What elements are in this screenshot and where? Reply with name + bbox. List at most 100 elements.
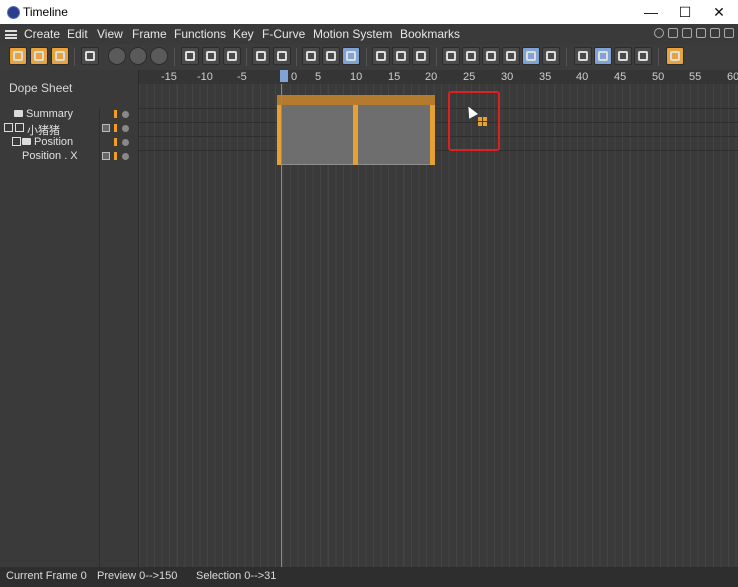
tangent-icon-5[interactable] [522, 47, 540, 65]
menu-edit[interactable]: Edit [67, 27, 88, 41]
ease-curve-icon[interactable] [302, 47, 320, 65]
menu-bookmarks[interactable]: Bookmarks [400, 27, 460, 41]
frame-ruler[interactable]: -15 -10 -5 0 5 10 15 20 25 30 35 40 45 5… [139, 70, 738, 84]
folder-icon [14, 110, 23, 117]
tangent-icon-3[interactable] [482, 47, 500, 65]
lock-icon[interactable] [81, 47, 99, 65]
snap-icon[interactable] [574, 47, 592, 65]
playhead-line [281, 84, 282, 567]
tree-row-object[interactable]: 小猪猪 [0, 122, 138, 137]
ruler-tick: 0 [291, 71, 298, 83]
fcurve-mode-icon[interactable] [30, 47, 48, 65]
menu-frame[interactable]: Frame [132, 27, 167, 41]
ruler-tick: 35 [539, 71, 552, 83]
menu-motion-system[interactable]: Motion System [313, 27, 392, 41]
ruler-tick: 40 [576, 71, 589, 83]
menu-functions[interactable]: Functions [174, 27, 226, 41]
visibility-icon[interactable] [102, 124, 110, 132]
ruler-tick: 15 [388, 71, 401, 83]
home-icon[interactable] [668, 28, 678, 38]
preview-range: Preview 0-->150 [97, 570, 178, 582]
linear-curve-icon[interactable] [322, 47, 340, 65]
motion-mode-icon[interactable] [51, 47, 69, 65]
tree-row-position[interactable]: Position [0, 136, 138, 150]
key-mode-icon[interactable] [9, 47, 27, 65]
step-curve-icon[interactable] [342, 47, 360, 65]
status-bar: Current Frame 0 Preview 0-->150 Selectio… [0, 567, 738, 587]
ruler-tick: 55 [689, 71, 702, 83]
key-drag-icon [478, 117, 487, 126]
status-dot-icon[interactable] [122, 139, 129, 146]
close-button[interactable]: ✕ [702, 0, 736, 24]
selection-range: Selection 0-->31 [196, 570, 277, 582]
title-bar: Timeline — ☐ ✕ [0, 0, 738, 24]
toolbar [0, 44, 738, 71]
settings-icon[interactable] [666, 47, 684, 65]
lock-time-icon[interactable] [614, 47, 632, 65]
ruler-tick: -15 [161, 71, 177, 83]
tangent-icon-6[interactable] [542, 47, 560, 65]
ruler-tick: 30 [501, 71, 514, 83]
remove-key-icon[interactable] [223, 47, 241, 65]
maximize-button[interactable]: ☐ [668, 0, 702, 24]
app-icon [7, 6, 20, 19]
layout-icon[interactable] [696, 28, 706, 38]
ruler-tick: 25 [463, 71, 476, 83]
ease-out-icon[interactable] [412, 47, 430, 65]
menu-f-curve[interactable]: F-Curve [262, 27, 305, 41]
menu-view[interactable]: View [97, 27, 123, 41]
status-dot-icon[interactable] [122, 153, 129, 160]
ruler-tick: -5 [237, 71, 247, 83]
keyframe-marker[interactable] [353, 105, 358, 165]
visibility-icon[interactable] [102, 152, 110, 160]
ruler-tick: 60 [727, 71, 738, 83]
keyframe-grid[interactable] [139, 84, 738, 567]
break-icon[interactable] [634, 47, 652, 65]
ruler-tick: 45 [614, 71, 627, 83]
hamburger-menu-icon[interactable] [5, 30, 17, 39]
dope-sheet-label: Dope Sheet [9, 81, 73, 95]
menu-create[interactable]: Create [24, 27, 60, 41]
folder-icon [22, 138, 31, 145]
zero-icon[interactable] [273, 47, 291, 65]
search-icon[interactable] [654, 28, 664, 38]
keyframe-marker[interactable] [430, 105, 435, 165]
object-icon [15, 123, 24, 132]
tree-row-summary[interactable]: Summary [0, 108, 138, 122]
ruler-tick: 50 [652, 71, 665, 83]
status-dot-icon[interactable] [122, 111, 129, 118]
loop-icon[interactable] [150, 47, 168, 65]
add-key-all-icon[interactable] [202, 47, 220, 65]
spline-icon[interactable] [372, 47, 390, 65]
tree-label-position-x: Position . X [22, 150, 78, 162]
current-frame: Current Frame 0 [6, 570, 87, 582]
filter-icon[interactable] [682, 28, 692, 38]
lock-value-icon[interactable] [594, 47, 612, 65]
minimize-button[interactable]: — [634, 0, 668, 24]
ruler-tick: 5 [315, 71, 322, 83]
ruler-tick: 20 [425, 71, 438, 83]
menu-key[interactable]: Key [233, 27, 254, 41]
ruler-tick: 10 [350, 71, 363, 83]
ruler-tick: -10 [197, 71, 213, 83]
pin-icon[interactable] [724, 28, 734, 38]
window-title: Timeline [23, 5, 68, 19]
playhead[interactable] [280, 70, 288, 82]
tree-row-position-x[interactable]: Position . X [0, 150, 138, 164]
status-dot-icon[interactable] [122, 125, 129, 132]
expand-icon[interactable] [4, 123, 13, 132]
add-key-icon[interactable] [181, 47, 199, 65]
play-icon[interactable] [108, 47, 126, 65]
tangent-icon-2[interactable] [462, 47, 480, 65]
ease-in-icon[interactable] [392, 47, 410, 65]
view-controls [654, 28, 734, 38]
tangent-icon-1[interactable] [442, 47, 460, 65]
summary-key-band [277, 95, 435, 105]
tangent-icon-4[interactable] [502, 47, 520, 65]
tree-label-position: Position [34, 136, 74, 148]
record-icon[interactable] [129, 47, 147, 65]
menu-bar: Create Edit View Frame Functions Key F-C… [0, 24, 738, 44]
expand-icon[interactable] [12, 137, 21, 146]
step-back-icon[interactable] [252, 47, 270, 65]
move-icon[interactable] [710, 28, 720, 38]
